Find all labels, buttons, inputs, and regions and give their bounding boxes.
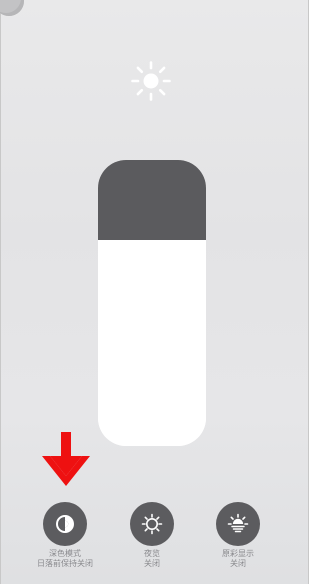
night-shift-label: 夜览 (144, 549, 160, 558)
true-tone-button[interactable] (216, 502, 260, 546)
sun-icon (131, 61, 171, 101)
night-shift-control[interactable]: 夜览 关闭 (112, 502, 192, 569)
dark-mode-icon (56, 515, 74, 533)
brightness-slider-fill (98, 240, 206, 446)
night-shift-icon (141, 513, 163, 535)
left-frame-line (0, 0, 1, 584)
dark-mode-control[interactable]: 深色模式 日落前保持关闭 (25, 502, 105, 569)
brightness-slider-empty (98, 160, 206, 241)
true-tone-icon (227, 513, 249, 533)
dark-mode-button[interactable] (43, 502, 87, 546)
assistive-touch-icon[interactable] (0, 0, 24, 16)
brightness-slider[interactable] (98, 160, 206, 446)
true-tone-label: 原彩显示 (222, 549, 254, 558)
night-shift-status: 关闭 (144, 559, 160, 568)
true-tone-control[interactable]: 原彩显示 关闭 (198, 502, 278, 569)
dark-mode-status: 日落前保持关闭 (37, 559, 93, 568)
annotation-arrow (42, 432, 90, 486)
right-frame-line (308, 0, 309, 584)
control-center-brightness-screen: 深色模式 日落前保持关闭 夜览 关闭 原彩显示 关闭 (0, 0, 309, 584)
dark-mode-label: 深色模式 (49, 549, 81, 558)
night-shift-button[interactable] (130, 502, 174, 546)
true-tone-status: 关闭 (230, 559, 246, 568)
